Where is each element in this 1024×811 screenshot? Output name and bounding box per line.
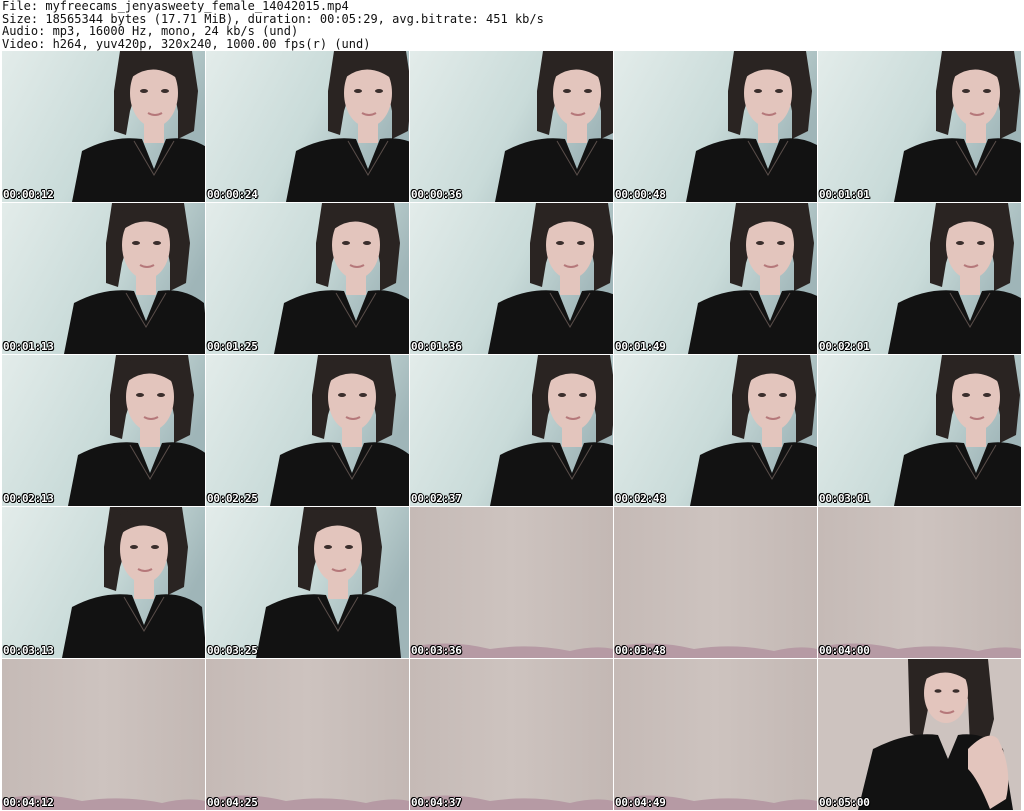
thumbnail-timestamp: 00:02:37 <box>411 492 462 505</box>
thumbnail-frame-image <box>614 51 817 202</box>
thumbnail-timestamp: 00:03:01 <box>819 492 870 505</box>
thumbnail-timestamp: 00:05:00 <box>819 796 870 809</box>
thumbnail-frame-image <box>206 51 409 202</box>
thumbnail-frame-image <box>410 659 613 810</box>
thumbnail-frame-image <box>818 355 1021 506</box>
thumbnail-timestamp: 00:04:00 <box>819 644 870 657</box>
thumbnail-timestamp: 00:02:01 <box>819 340 870 353</box>
video-thumbnail: 00:01:25 <box>206 203 409 354</box>
video-thumbnail: 00:01:13 <box>2 203 205 354</box>
video-thumbnail: 00:03:48 <box>614 507 817 658</box>
thumbnail-frame-image <box>614 355 817 506</box>
thumbnail-timestamp: 00:01:13 <box>3 340 54 353</box>
thumbnail-frame-image <box>206 203 409 354</box>
thumbnail-frame-image <box>410 203 613 354</box>
thumbnail-timestamp: 00:00:48 <box>615 188 666 201</box>
thumbnail-frame-image <box>818 659 1021 810</box>
thumbnail-timestamp: 00:04:25 <box>207 796 258 809</box>
thumbnail-frame-image <box>410 51 613 202</box>
thumbnail-timestamp: 00:03:48 <box>615 644 666 657</box>
video-thumbnail: 00:03:36 <box>410 507 613 658</box>
video-thumbnail: 00:04:12 <box>2 659 205 810</box>
thumbnail-timestamp: 00:01:36 <box>411 340 462 353</box>
thumbnail-frame-image <box>614 507 817 658</box>
video-thumbnail: 00:01:01 <box>818 51 1021 202</box>
thumbnail-frame-image <box>2 507 205 658</box>
thumbnail-frame-image <box>614 659 817 810</box>
video-thumbnail: 00:01:49 <box>614 203 817 354</box>
file-name-line: File: myfreecams_jenyasweety_female_1404… <box>2 0 349 13</box>
video-thumbnail: 00:02:01 <box>818 203 1021 354</box>
video-thumbnail: 00:04:49 <box>614 659 817 810</box>
thumbnail-timestamp: 00:00:12 <box>3 188 54 201</box>
video-thumbnail: 00:01:36 <box>410 203 613 354</box>
thumbnail-timestamp: 00:02:25 <box>207 492 258 505</box>
video-thumbnail: 00:03:13 <box>2 507 205 658</box>
thumbnail-timestamp: 00:03:13 <box>3 644 54 657</box>
video-thumbnail: 00:00:48 <box>614 51 817 202</box>
audio-info-line: Audio: mp3, 16000 Hz, mono, 24 kb/s (und… <box>2 24 299 38</box>
video-thumbnail: 00:00:12 <box>2 51 205 202</box>
video-info-line: Video: h264, yuv420p, 320x240, 1000.00 f… <box>2 36 371 51</box>
thumbnail-timestamp: 00:01:25 <box>207 340 258 353</box>
thumbnail-frame-image <box>818 203 1021 354</box>
video-thumbnail: 00:02:25 <box>206 355 409 506</box>
thumbnail-frame-image <box>2 659 205 810</box>
thumbnail-frame-image <box>410 507 613 658</box>
video-thumbnail: 00:00:36 <box>410 51 613 202</box>
thumbnail-timestamp: 00:02:13 <box>3 492 54 505</box>
thumbnail-frame-image <box>2 355 205 506</box>
file-info-header: File: myfreecams_jenyasweety_female_1404… <box>2 0 1022 50</box>
thumbnail-timestamp: 00:02:48 <box>615 492 666 505</box>
thumbnail-timestamp: 00:01:01 <box>819 188 870 201</box>
video-thumbnail: 00:02:13 <box>2 355 205 506</box>
thumbnail-frame-image <box>206 355 409 506</box>
thumbnail-frame-image <box>206 507 409 658</box>
video-thumbnail: 00:04:00 <box>818 507 1021 658</box>
thumbnail-frame-image <box>818 51 1021 202</box>
thumbnail-frame-image <box>206 659 409 810</box>
video-thumbnail: 00:04:37 <box>410 659 613 810</box>
thumbnail-timestamp: 00:01:49 <box>615 340 666 353</box>
thumbnail-frame-image <box>2 203 205 354</box>
video-thumbnail: 00:05:00 <box>818 659 1021 810</box>
thumbnail-timestamp: 00:00:36 <box>411 188 462 201</box>
video-thumbnail: 00:03:01 <box>818 355 1021 506</box>
video-thumbnail: 00:02:48 <box>614 355 817 506</box>
thumbnail-frame-image <box>2 51 205 202</box>
thumbnail-frame-image <box>614 203 817 354</box>
thumbnail-timestamp: 00:00:24 <box>207 188 258 201</box>
thumbnail-frame-image <box>410 355 613 506</box>
thumbnail-grid: 00:00:12 00:00:24 00:00:36 00:00:48 00:0… <box>2 51 1024 811</box>
video-thumbnail: 00:03:25 <box>206 507 409 658</box>
thumbnail-timestamp: 00:04:12 <box>3 796 54 809</box>
thumbnail-frame-image <box>818 507 1021 658</box>
video-thumbnail: 00:04:25 <box>206 659 409 810</box>
video-thumbnail: 00:02:37 <box>410 355 613 506</box>
thumbnail-timestamp: 00:04:49 <box>615 796 666 809</box>
thumbnail-timestamp: 00:04:37 <box>411 796 462 809</box>
video-thumbnail: 00:00:24 <box>206 51 409 202</box>
thumbnail-timestamp: 00:03:25 <box>207 644 258 657</box>
thumbnail-timestamp: 00:03:36 <box>411 644 462 657</box>
